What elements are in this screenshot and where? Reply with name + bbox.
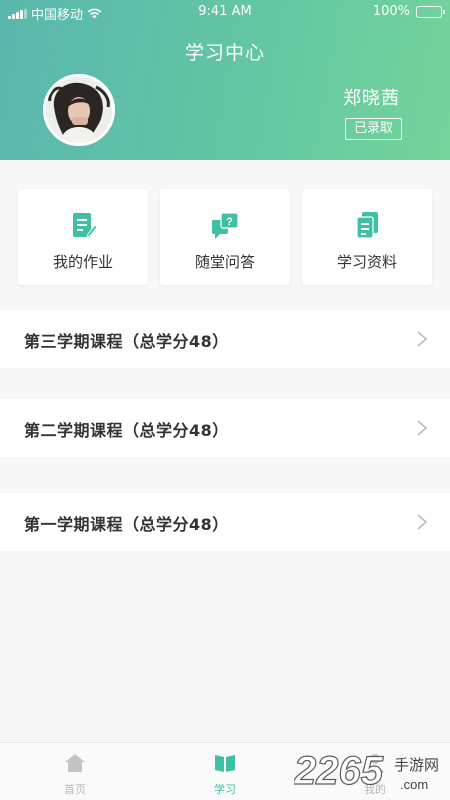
homework-icon [73,213,98,238]
course-row-term-2[interactable]: 第二学期课程（总学分48） [0,399,450,457]
avatar-image [46,77,112,143]
tab-study-label: 学习 [214,783,236,796]
course-row-term-1[interactable]: 第一学期课程（总学分48） [0,493,450,551]
status-right: 100% [372,4,445,19]
battery-percent: 100% [372,4,410,19]
tab-home[interactable]: 首页 [0,743,150,800]
qa-label: 随堂问答 [194,253,255,271]
materials-label: 学习资料 [336,253,397,271]
homework-card[interactable]: 我的作业 [18,189,148,285]
user-name: 郑晓茜 [343,88,400,109]
qa-card[interactable]: ? 随堂问答 [160,189,290,285]
materials-card[interactable]: 学习资料 [302,189,432,285]
qa-icon: ? [212,212,239,239]
watermark-logo: 2265 手游网 .com [294,748,439,793]
tab-home-label: 首页 [64,783,86,796]
book-icon [215,755,235,772]
status-bar: 中国移动 9:41 AM 100% [0,0,450,24]
chevron-right-icon [417,420,428,436]
watermark-number: 2265 [294,749,384,793]
tab-bar: 首页 学习 我的 2265 手游网 .com [0,742,450,800]
status-badge: 已录取 [344,118,402,140]
page-title: 学习中心 [184,42,265,64]
watermark-cn: 手游网 [394,756,439,774]
course-title: 第一学期课程（总学分48） [24,515,229,534]
header: 中国移动 9:41 AM 100% 学习中心 郑晓茜 已录取 [0,0,450,160]
home-icon [65,754,85,772]
battery-icon [416,5,445,18]
tab-study[interactable]: 学习 [150,743,300,800]
watermark-en: .com [400,777,428,792]
homework-label: 我的作业 [52,253,113,271]
course-title: 第三学期课程（总学分48） [24,332,229,351]
course-title: 第二学期课程（总学分48） [24,421,229,440]
avatar[interactable] [43,74,115,146]
course-row-term-3[interactable]: 第三学期课程（总学分48） [0,310,450,368]
svg-text:?: ? [226,216,233,228]
materials-icon [356,212,378,239]
quick-actions: 我的作业 ? 随堂问答 学习资料 [18,189,432,285]
chevron-right-icon [417,514,428,530]
chevron-right-icon [417,331,428,347]
